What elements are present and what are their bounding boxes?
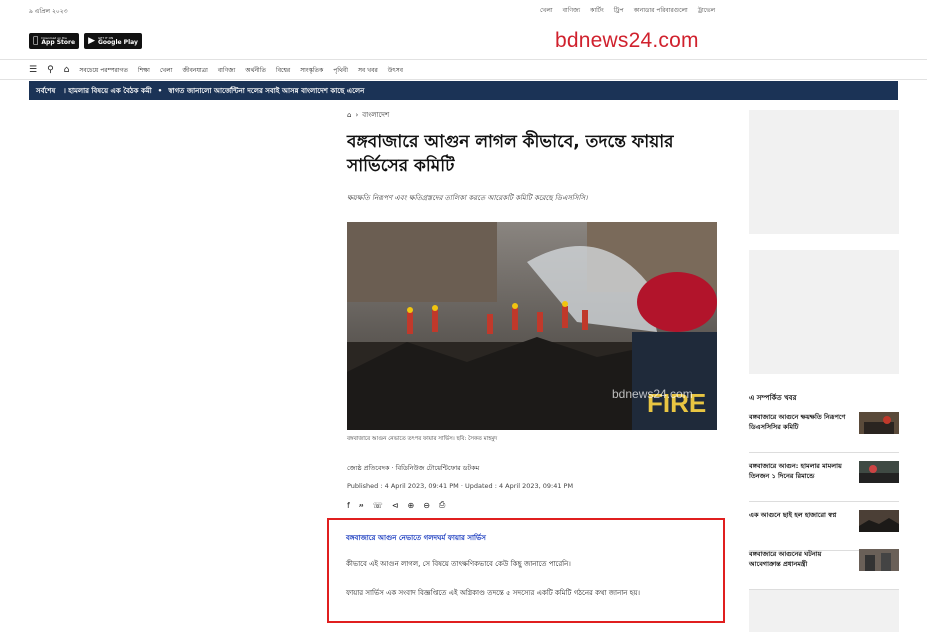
article-photo: FIRE bdnews24.com [347, 222, 717, 430]
ticker-label: সর্বশেষ [36, 86, 56, 95]
photo-caption: বঙ্গবাজারে আগুন নেভাতে তৎপর ফায়ার সার্ভ… [347, 436, 498, 442]
current-date: ৯ এপ্রিল ২০২৩ [29, 8, 68, 15]
related-news-headline[interactable]: বঙ্গবাজারে আগুনের ঘটনায় আবেগাক্রান্ত প্… [749, 549, 849, 569]
home-icon[interactable]: ⌂ [64, 65, 70, 75]
top-link[interactable]: বাণিজ্য [563, 5, 581, 16]
facebook-icon[interactable]: f [347, 501, 350, 510]
apple-icon:  [33, 36, 38, 46]
share-bar: f 𝓃 ☏ ⊲ ⊕ ⊖ ⎙ [347, 500, 445, 510]
related-news-title: এ সম্পর্কিত খবর [749, 394, 797, 402]
divider [0, 79, 927, 80]
related-news-item[interactable]: বঙ্গবাজারে আগুন: হামলার মামলায় তিনজন ১ … [749, 453, 899, 502]
top-bar: ৯ এপ্রিল ২০২৩ খেলা বাণিজ্য কার্টিং ট্রিপ… [0, 0, 927, 20]
menu-icon[interactable]: ☰ [29, 65, 37, 75]
breadcrumb-section[interactable]: বাংলাদেশ [362, 109, 389, 121]
zoom-in-icon[interactable]: ⊕ [407, 501, 414, 510]
whatsapp-icon[interactable]: ☏ [373, 501, 383, 510]
nav-item[interactable]: বাণিজ্য [218, 65, 236, 76]
inline-related-link[interactable]: বঙ্গবাজারে আগুন নেভাতে গলদঘর্ম ফায়ার সা… [346, 532, 486, 544]
related-news-headline[interactable]: বঙ্গবাজারে আগুন: হামলার মামলায় তিনজন ১ … [749, 461, 849, 481]
related-news-thumbnail[interactable] [859, 412, 899, 434]
article-summary: ক্ষয়ক্ষতি নিরূপণ এবং ক্ষতিগ্রস্তদের তাল… [347, 194, 588, 202]
ad-slot [749, 590, 899, 632]
watermark: bdnews24.com [612, 387, 693, 401]
top-links: খেলা বাণিজ্য কার্টিং ট্রিপ কানাডার পরিবা… [540, 5, 715, 16]
home-icon[interactable]: ⌂ [347, 111, 351, 119]
app-store-badge[interactable]:  Download on the App Store [29, 33, 80, 49]
twitter-icon[interactable]: 𝓃 [359, 500, 364, 510]
byline: জ্যেষ্ঠ প্রতিবেদক · বিডিনিউজ টোয়েন্টিফো… [347, 464, 480, 472]
google-play-badge[interactable]: ▶ GET IT ON Google Play [84, 33, 142, 49]
app-badges:  Download on the App Store ▶ GET IT ON … [29, 33, 142, 49]
related-news-thumbnail[interactable] [859, 461, 899, 483]
main-nav: ☰ ⚲ ⌂ সবচেয়ে পরম্পরাগত শিক্ষা খেলা জীবন… [29, 61, 403, 79]
breaking-news-ticker: সর্বশেষ । হামলার বিষয়ে এক বৈঠক কমী • স্… [29, 81, 898, 100]
related-news-headline[interactable]: বঙ্গবাজারে আগুনে ক্ষয়ক্ষতি নিরূপণে ডিএস… [749, 412, 849, 432]
search-icon[interactable]: ⚲ [47, 65, 54, 75]
ticker-separator: • [157, 86, 163, 95]
top-link[interactable]: কার্টিং [590, 5, 604, 16]
badge-big-text: App Store [36, 38, 75, 46]
article-paragraph: ফায়ার সার্ভিস এক সংবাদ বিজ্ঞপ্তিতে এই অ… [346, 589, 640, 597]
updated-date: Updated : 4 April 2023, 09:41 PM [464, 482, 574, 490]
nav-item[interactable]: খেলা [160, 65, 173, 76]
top-link[interactable]: কানাডার পরিবারগুলো [634, 5, 688, 16]
ticker-item[interactable]: স্বাগত জানালো আর্জেন্টিনা দলের সবাই আসন্… [168, 85, 364, 97]
related-news-thumbnail[interactable] [859, 510, 899, 532]
nav-item[interactable]: জীবনযাত্রা [182, 65, 207, 76]
nav-item[interactable]: অর্থনীতি [245, 65, 266, 76]
share-icon[interactable]: ⊲ [392, 501, 399, 510]
article-dates: Published : 4 April 2023, 09:41 PM · Upd… [347, 482, 573, 490]
article-headline: বঙ্গবাজারে আগুন লাগল কীভাবে, তদন্তে ফায়… [347, 132, 674, 176]
related-news-headline[interactable]: এক আগুনে ছাই হল হাজারো স্বপ্ন [749, 510, 849, 520]
nav-item[interactable]: পৃথিবী [333, 65, 348, 76]
nav-item[interactable]: সাংস্কৃতিক [300, 65, 323, 76]
related-news-item[interactable]: বঙ্গবাজারে আগুনে ক্ষয়ক্ষতি নিরূপণে ডিএস… [749, 404, 899, 453]
related-news-thumbnail[interactable] [859, 549, 899, 571]
nav-item[interactable]: শিক্ষা [138, 65, 150, 76]
top-link[interactable]: ট্রিপ [614, 5, 624, 16]
article-paragraph: কীভাবে এই আগুন লাগল, সে বিষয়ে তাৎক্ষণিক… [346, 560, 571, 568]
divider [0, 59, 927, 60]
ad-slot [749, 110, 899, 234]
nav-item[interactable]: বিশ্বের [276, 65, 290, 76]
top-link[interactable]: খেলা [540, 5, 553, 16]
related-news-item[interactable]: বঙ্গবাজারে আগুনের ঘটনায় আবেগাক্রান্ত প্… [749, 541, 899, 590]
nav-item[interactable]: সব খবর [358, 65, 378, 76]
nav-item[interactable]: সবচেয়ে পরম্পরাগত [79, 65, 128, 76]
print-icon[interactable]: ⎙ [439, 500, 445, 510]
ad-slot [749, 250, 899, 374]
zoom-out-icon[interactable]: ⊖ [423, 501, 430, 510]
site-logo[interactable]: bdnews24.com [555, 29, 699, 53]
ticker-item[interactable]: । হামলার বিষয়ে এক বৈঠক কমী [63, 85, 151, 97]
chevron-right-icon: › [355, 111, 359, 119]
top-link[interactable]: ট্রাভেল [698, 5, 715, 16]
badge-big-text: Google Play [92, 38, 138, 46]
play-icon: ▶ [82, 35, 95, 46]
nav-item[interactable]: উৎসব [388, 65, 403, 76]
published-date: Published : 4 April 2023, 09:41 PM [347, 482, 459, 490]
breadcrumb: ⌂ › বাংলাদেশ [347, 109, 389, 121]
